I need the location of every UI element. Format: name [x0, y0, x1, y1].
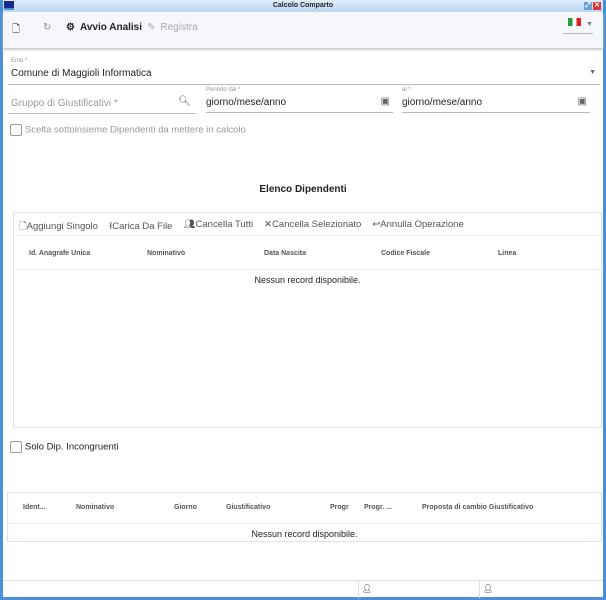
column-header[interactable]: Progr. ... — [364, 504, 392, 511]
periodo-dal-value: giorno/mese/anno — [206, 97, 287, 108]
ente-select[interactable]: Ente * Comune di Maggioli Informatica ▼ — [8, 56, 600, 85]
maximize-icon[interactable]: ⤢ — [584, 2, 592, 10]
language-select[interactable]: ▼ — [563, 18, 593, 34]
refresh-icon: ↻ — [43, 22, 52, 33]
user-icon: 👤︎ — [362, 584, 373, 593]
grid-header: Ident... Nominativo Giorno Giustificativ… — [8, 493, 601, 524]
column-header[interactable]: Linea — [498, 250, 516, 257]
registra-label: Registra — [160, 22, 198, 33]
status-bar: 👤︎ 👤︎ — [3, 580, 603, 598]
empty-message: Nessun record disponibile. — [254, 275, 361, 285]
empty-message: Nessun record disponibile. — [251, 529, 358, 539]
solo-incongruenti-label: Solo Dip. Incongruenti — [25, 441, 119, 453]
italy-flag-icon — [568, 18, 581, 26]
title-bar: Calcolo Comparto ⤢ ✕ — [3, 0, 603, 12]
close-icon[interactable]: ✕ — [593, 2, 601, 10]
scelta-label: Scelta sottoinsieme Dipendenti da metter… — [25, 124, 246, 136]
ente-label: Ente * — [11, 58, 28, 64]
avvio-analisi-button[interactable]: ⚙ Avvio Analisi — [66, 22, 142, 33]
al-label: al * — [402, 87, 411, 93]
column-header[interactable]: Id. Anagrafe Unica — [29, 250, 90, 257]
periodo-dal-input[interactable]: Periodo dal * giorno/mese/anno ▣ — [206, 86, 393, 113]
aggiungi-singolo-button[interactable]: 🗋Aggiungi Singolo — [19, 219, 98, 232]
calendar-icon[interactable]: ▣ — [578, 96, 587, 107]
checkbox[interactable] — [10, 441, 22, 453]
toolbar: 🗋 ↻ ⚙ Avvio Analisi ✎ Registra ▼ — [3, 12, 603, 48]
app-logo-icon — [4, 1, 14, 10]
section-title: Elenco Dipendenti — [259, 184, 347, 195]
column-header[interactable]: Giustificativo — [226, 504, 270, 511]
dipendenti-grid: 🗋Aggiungi Singolo ⭱Carica Da File 👥︎Canc… — [13, 212, 602, 428]
new-button[interactable]: 🗋 — [12, 22, 20, 39]
al-input[interactable]: al * giorno/mese/anno ▣ — [402, 86, 590, 113]
avvio-label: Avvio Analisi — [79, 22, 143, 33]
column-header[interactable]: Ident... — [23, 504, 46, 511]
incongruenti-grid: Ident... Nominativo Giorno Giustificativ… — [7, 492, 602, 542]
al-value: giorno/mese/anno — [402, 97, 483, 108]
scelta-checkbox[interactable]: Scelta sottoinsieme Dipendenti da metter… — [10, 124, 246, 136]
column-header[interactable]: Progr — [330, 504, 349, 511]
refresh-button[interactable]: ↻ — [43, 22, 51, 33]
cancella-tutti-button[interactable]: 👥︎Cancella Tutti — [183, 219, 253, 230]
solo-incongruenti-checkbox[interactable]: Solo Dip. Incongruenti — [10, 441, 118, 453]
window: Calcolo Comparto ⤢ ✕ 🗋 ↻ ⚙ Avvio Analisi ✎… — [0, 0, 606, 600]
periodo-dal-label: Periodo dal * — [206, 87, 241, 93]
column-header[interactable]: Codice Fiscale — [381, 250, 430, 257]
search-icon[interactable]: 🔍︎ — [178, 96, 191, 107]
column-header[interactable]: Data Nascita — [264, 250, 306, 257]
calendar-icon[interactable]: ▣ — [381, 96, 390, 107]
column-header[interactable]: Nominativo — [147, 250, 185, 257]
grid-header: Id. Anagrafe Unica Nominativo Data Nasci… — [14, 236, 601, 270]
column-header[interactable]: Proposta di cambio Giustificativo — [422, 504, 533, 511]
chevron-down-icon: ▼ — [589, 69, 596, 76]
ente-value: Comune di Maggioli Informatica — [11, 68, 152, 79]
annulla-operazione-button[interactable]: ↩Annulla Operazione — [372, 219, 463, 230]
document-icon: 🗋 — [12, 24, 21, 35]
checkbox[interactable] — [10, 124, 22, 136]
carica-da-file-button[interactable]: ⭱Carica Da File — [109, 219, 173, 232]
cancella-selezionato-button[interactable]: ✕Cancella Selezionato — [264, 219, 361, 230]
user-icon: 👤︎ — [483, 584, 494, 593]
window-title: Calcolo Comparto — [272, 2, 334, 9]
gruppo-input[interactable]: Gruppo di Giustificativi * 🔍︎ — [8, 88, 196, 114]
edit-icon: ✎ — [147, 22, 156, 33]
column-header[interactable]: Nominativo — [76, 504, 114, 511]
registra-button[interactable]: ✎ Registra — [147, 22, 198, 33]
gears-icon: ⚙ — [66, 22, 75, 33]
column-header[interactable]: Giorno — [174, 504, 197, 511]
gruppo-placeholder: Gruppo di Giustificativi * — [11, 98, 118, 109]
